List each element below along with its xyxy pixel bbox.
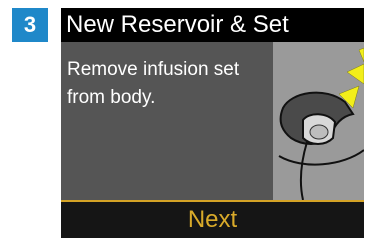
next-button[interactable]: Next bbox=[61, 202, 364, 238]
pump-screen: New Reservoir & Set Remove infusion set … bbox=[61, 8, 364, 238]
instruction-text: Remove infusion set from body. bbox=[67, 59, 240, 108]
infusion-set-removal-icon bbox=[273, 42, 364, 200]
screen-title: New Reservoir & Set bbox=[61, 8, 364, 42]
step-number-badge: 3 bbox=[12, 8, 48, 42]
content-panel: Remove infusion set from body. bbox=[61, 42, 364, 200]
